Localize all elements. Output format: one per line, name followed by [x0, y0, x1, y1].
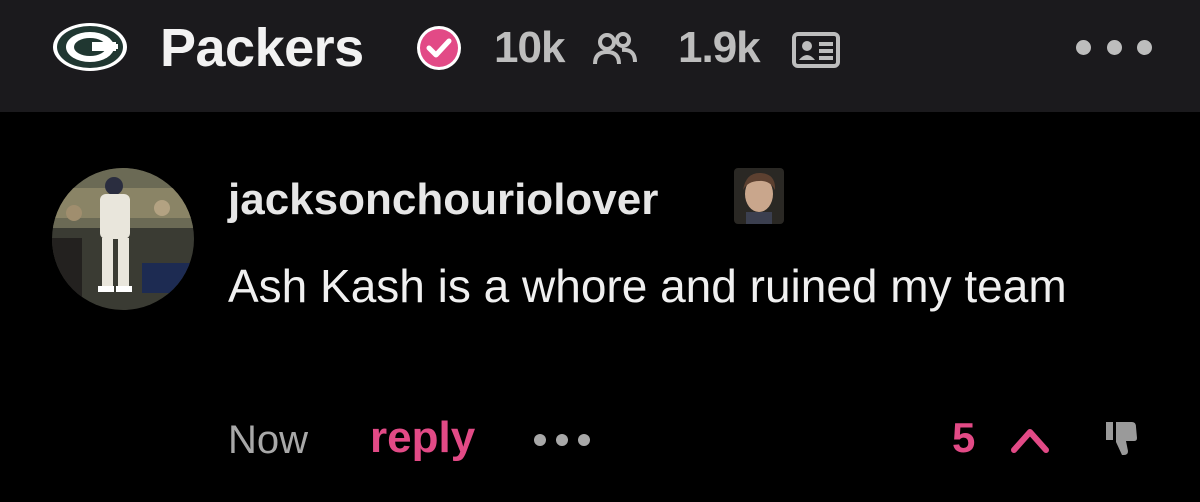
comment-body: Ash Kash is a whore and ruined my team [228, 260, 1067, 312]
dot [1106, 39, 1122, 55]
verified-check-icon [417, 26, 461, 70]
user-flair-image [734, 168, 784, 224]
reply-button[interactable]: reply [370, 410, 475, 466]
dot [578, 434, 590, 446]
posts-count: 1.9k [678, 23, 761, 72]
comment-username[interactable]: jacksonchouriolover [228, 172, 658, 228]
comment-timestamp: Now [228, 418, 309, 462]
comment-more-options-icon[interactable] [534, 430, 590, 450]
dot [1137, 39, 1152, 55]
more-options-icon[interactable] [1076, 34, 1152, 60]
packers-logo-icon[interactable] [52, 22, 128, 72]
community-name[interactable]: Packers [160, 16, 364, 80]
members-count: 10k [494, 23, 565, 72]
members-icon [593, 32, 637, 65]
dot [1076, 39, 1091, 55]
user-avatar[interactable] [52, 168, 194, 310]
dot [556, 434, 568, 446]
vote-count: 5 [952, 414, 976, 461]
upvote-icon[interactable] [1008, 418, 1052, 458]
thumbs-down-icon[interactable] [1104, 418, 1140, 458]
team-header: Packers 10k 1.9k [0, 0, 1200, 112]
id-card-icon [792, 32, 840, 68]
dot [534, 434, 546, 446]
